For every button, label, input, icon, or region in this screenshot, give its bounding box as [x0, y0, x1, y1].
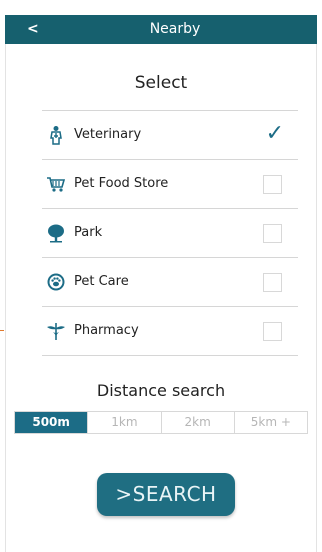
- category-row-pet-care[interactable]: Pet Care: [42, 257, 298, 306]
- category-label: Veterinary: [74, 127, 142, 142]
- distance-option-5km-plus[interactable]: 5km +: [233, 412, 307, 433]
- checkbox[interactable]: [263, 224, 282, 243]
- distance-heading: Distance search: [96, 381, 226, 400]
- edge-marker: [0, 330, 4, 331]
- distance-selector: 500m 1km 2km 5km +: [14, 411, 308, 434]
- select-heading: Select: [134, 73, 188, 93]
- distance-option-2km[interactable]: 2km: [160, 412, 234, 433]
- category-row-park[interactable]: Park: [42, 208, 298, 257]
- header-bar: < Nearby: [5, 15, 317, 44]
- vet-icon: [50, 126, 62, 145]
- category-label: Park: [74, 225, 103, 240]
- paw-icon: [47, 273, 65, 291]
- distance-option-1km[interactable]: 1km: [87, 412, 160, 433]
- checkmark-icon[interactable]: ✓: [266, 120, 284, 148]
- caduceus-icon: [47, 323, 65, 340]
- category-row-veterinary[interactable]: Veterinary ✓: [42, 110, 298, 159]
- category-label: Pharmacy: [74, 323, 139, 338]
- category-row-pet-food-store[interactable]: Pet Food Store: [42, 159, 298, 208]
- checkbox[interactable]: [263, 273, 282, 292]
- checkbox[interactable]: [263, 175, 282, 194]
- checkbox[interactable]: [263, 322, 282, 341]
- category-list: Veterinary ✓ Pet Food Store Park Pet Car…: [42, 110, 298, 356]
- distance-option-500m[interactable]: 500m: [15, 412, 88, 433]
- search-button[interactable]: >SEARCH: [97, 473, 235, 516]
- cart-icon: [47, 177, 66, 192]
- category-label: Pet Food Store: [74, 176, 169, 191]
- page-title: Nearby: [149, 21, 201, 37]
- category-row-pharmacy[interactable]: Pharmacy: [42, 306, 298, 356]
- category-label: Pet Care: [74, 274, 129, 289]
- tree-icon: [48, 224, 64, 243]
- app-screen: < Nearby Select Veterinary ✓ Pet Food St…: [0, 0, 322, 552]
